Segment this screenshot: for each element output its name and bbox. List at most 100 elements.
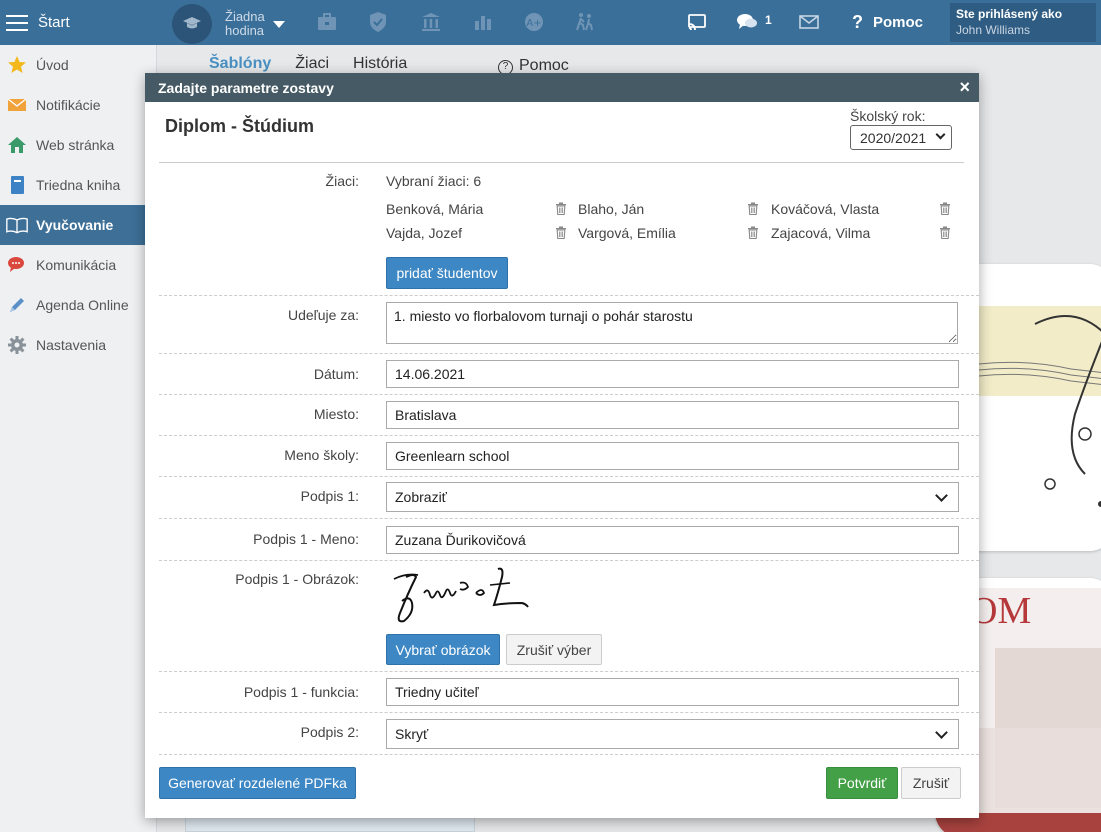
trash-icon[interactable] xyxy=(939,226,951,239)
students-label: Žiaci: xyxy=(325,173,359,189)
svg-text:OM: OM xyxy=(970,590,1031,632)
tab-historia[interactable]: História xyxy=(353,55,407,73)
open-book-icon xyxy=(6,214,28,236)
briefcase-icon[interactable] xyxy=(315,10,339,34)
sidebar-item-label: Nastavenia xyxy=(36,337,107,353)
signature1-label: Podpis 1: xyxy=(300,488,359,504)
graduation-cap-icon xyxy=(172,4,212,44)
school-name-input[interactable]: Greenlearn school xyxy=(386,442,959,470)
sidebar-item-nastavenia[interactable]: Nastavenia xyxy=(0,325,156,365)
background-tabs: Šablóny Žiaci História xyxy=(209,55,431,73)
student-name: Blaho, Ján xyxy=(578,201,645,217)
signature1-role-input[interactable]: Triedny učiteľ xyxy=(386,678,959,706)
sidebar-item-label: Notifikácie xyxy=(36,97,101,113)
school-name-label: Meno školy: xyxy=(284,447,359,463)
tab-ziaci[interactable]: Žiaci xyxy=(295,55,329,73)
house-icon xyxy=(6,134,28,156)
chevron-down-icon xyxy=(935,489,948,502)
sidebar-item-komunikacia[interactable]: Komunikácia xyxy=(0,245,156,285)
trash-icon[interactable] xyxy=(555,202,567,215)
signature1-select[interactable]: Zobraziť xyxy=(386,482,959,512)
dialog-header-title: Zadajte parametre zostavy xyxy=(158,79,334,96)
trash-icon[interactable] xyxy=(747,202,759,215)
tab-sablony[interactable]: Šablóny xyxy=(209,55,271,73)
signature1-name-input[interactable]: Zuzana Ďurikovičová xyxy=(386,526,959,554)
generate-split-pdfs-button[interactable]: Generovať rozdelené PDFka xyxy=(159,767,356,799)
sidebar-item-label: Úvod xyxy=(36,57,69,73)
divider xyxy=(159,162,964,163)
chevron-down-icon xyxy=(935,129,946,140)
student-name: Vargová, Emília xyxy=(578,225,676,241)
sidebar-item-label: Triedna kniha xyxy=(36,177,121,193)
student-name: Kováčová, Vlasta xyxy=(771,201,880,217)
user-caption: Ste prihlásený ako xyxy=(956,7,1063,21)
divider xyxy=(159,560,979,561)
divider xyxy=(159,754,979,755)
divider xyxy=(159,712,979,713)
hour-line2: hodina xyxy=(225,23,265,38)
school-year-label: Školský rok: xyxy=(850,108,926,124)
signature1-role-label: Podpis 1 - funkcia: xyxy=(243,684,359,700)
signature1-name-label: Podpis 1 - Meno: xyxy=(253,531,359,547)
date-value: 14.06.2021 xyxy=(395,366,466,382)
signature1-role-value: Triedny učiteľ xyxy=(395,684,479,700)
user-name: John Williams xyxy=(956,23,1031,37)
confirm-button[interactable]: Potvrdiť xyxy=(826,767,898,799)
chat-count-badge: 1 xyxy=(765,13,772,27)
hour-line1: Žiadna xyxy=(225,9,265,24)
date-input[interactable]: 14.06.2021 xyxy=(386,360,959,388)
user-box[interactable]: Ste prihlásený ako John Williams xyxy=(950,3,1096,42)
trash-icon[interactable] xyxy=(555,226,567,239)
sidebar-item-vyucovanie[interactable]: Vyučovanie xyxy=(0,205,156,245)
sidebar-item-label: Vyučovanie xyxy=(36,217,114,233)
mail-icon[interactable] xyxy=(797,10,821,34)
sidebar-item-web-stranka[interactable]: Web stránka xyxy=(0,125,156,165)
walking-people-icon[interactable] xyxy=(573,10,597,34)
signature2-select[interactable]: Skryť xyxy=(386,719,959,749)
close-icon[interactable]: × xyxy=(959,78,970,96)
sidebar-item-uvod[interactable]: Úvod xyxy=(0,45,156,85)
hamburger-icon[interactable] xyxy=(6,14,28,31)
add-students-button[interactable]: pridať študentov xyxy=(386,257,508,289)
cancel-button[interactable]: Zrušiť xyxy=(901,767,961,799)
background-help-label: Pomoc xyxy=(519,57,569,74)
chevron-down-icon xyxy=(272,20,285,28)
grade-badge-icon[interactable]: A+ xyxy=(522,10,546,34)
students-count: Vybraní žiaci: 6 xyxy=(386,173,482,189)
book-icon xyxy=(6,174,28,196)
shield-icon[interactable] xyxy=(366,10,390,34)
start-menu[interactable]: Štart xyxy=(0,0,157,45)
cast-icon[interactable] xyxy=(685,10,709,34)
school-year-select[interactable]: 2020/2021 xyxy=(850,125,952,150)
sidebar-item-agenda-online[interactable]: Agenda Online xyxy=(0,285,156,325)
trash-icon[interactable] xyxy=(939,202,951,215)
divider xyxy=(159,518,979,519)
divider xyxy=(159,435,979,436)
top-bar: Štart Žiadna hodina A+ 1 ? Pomoc Ste pri… xyxy=(0,0,1101,45)
start-label: Štart xyxy=(38,14,70,31)
sidebar-item-label: Web stránka xyxy=(36,137,115,153)
place-input[interactable]: Bratislava xyxy=(386,401,959,429)
report-parameters-dialog: Zadajte parametre zostavy × Diplom - Štú… xyxy=(145,73,979,818)
choose-image-button[interactable]: Vybrať obrázok xyxy=(386,634,500,665)
svg-text:A+: A+ xyxy=(526,18,541,29)
school-name-value: Greenlearn school xyxy=(395,448,510,464)
signature-image xyxy=(393,567,529,623)
sidebar-item-notifikacie[interactable]: Notifikácie xyxy=(0,85,156,125)
cancel-selection-button[interactable]: Zrušiť výber xyxy=(506,634,602,665)
pen-icon xyxy=(6,294,28,316)
place-label: Miesto: xyxy=(313,406,359,422)
sidebar-item-label: Agenda Online xyxy=(36,297,129,313)
signature1-image-label: Podpis 1 - Obrázok: xyxy=(235,571,359,587)
star-icon xyxy=(6,54,28,76)
bar-chart-icon[interactable] xyxy=(471,10,495,34)
student-name: Zajacová, Vilma xyxy=(771,225,871,241)
lesson-selector[interactable]: Žiadna hodina xyxy=(172,4,285,44)
sidebar-item-triedna-kniha[interactable]: Triedna kniha xyxy=(0,165,156,205)
help-link[interactable]: ? Pomoc xyxy=(852,12,923,33)
signature1-value: Zobraziť xyxy=(395,489,447,505)
chat-bubbles-icon[interactable] xyxy=(735,10,759,34)
award-textarea[interactable]: 1. miesto vo florbalovom turnaji o pohár… xyxy=(386,302,958,344)
institution-icon[interactable] xyxy=(419,10,443,34)
trash-icon[interactable] xyxy=(747,226,759,239)
